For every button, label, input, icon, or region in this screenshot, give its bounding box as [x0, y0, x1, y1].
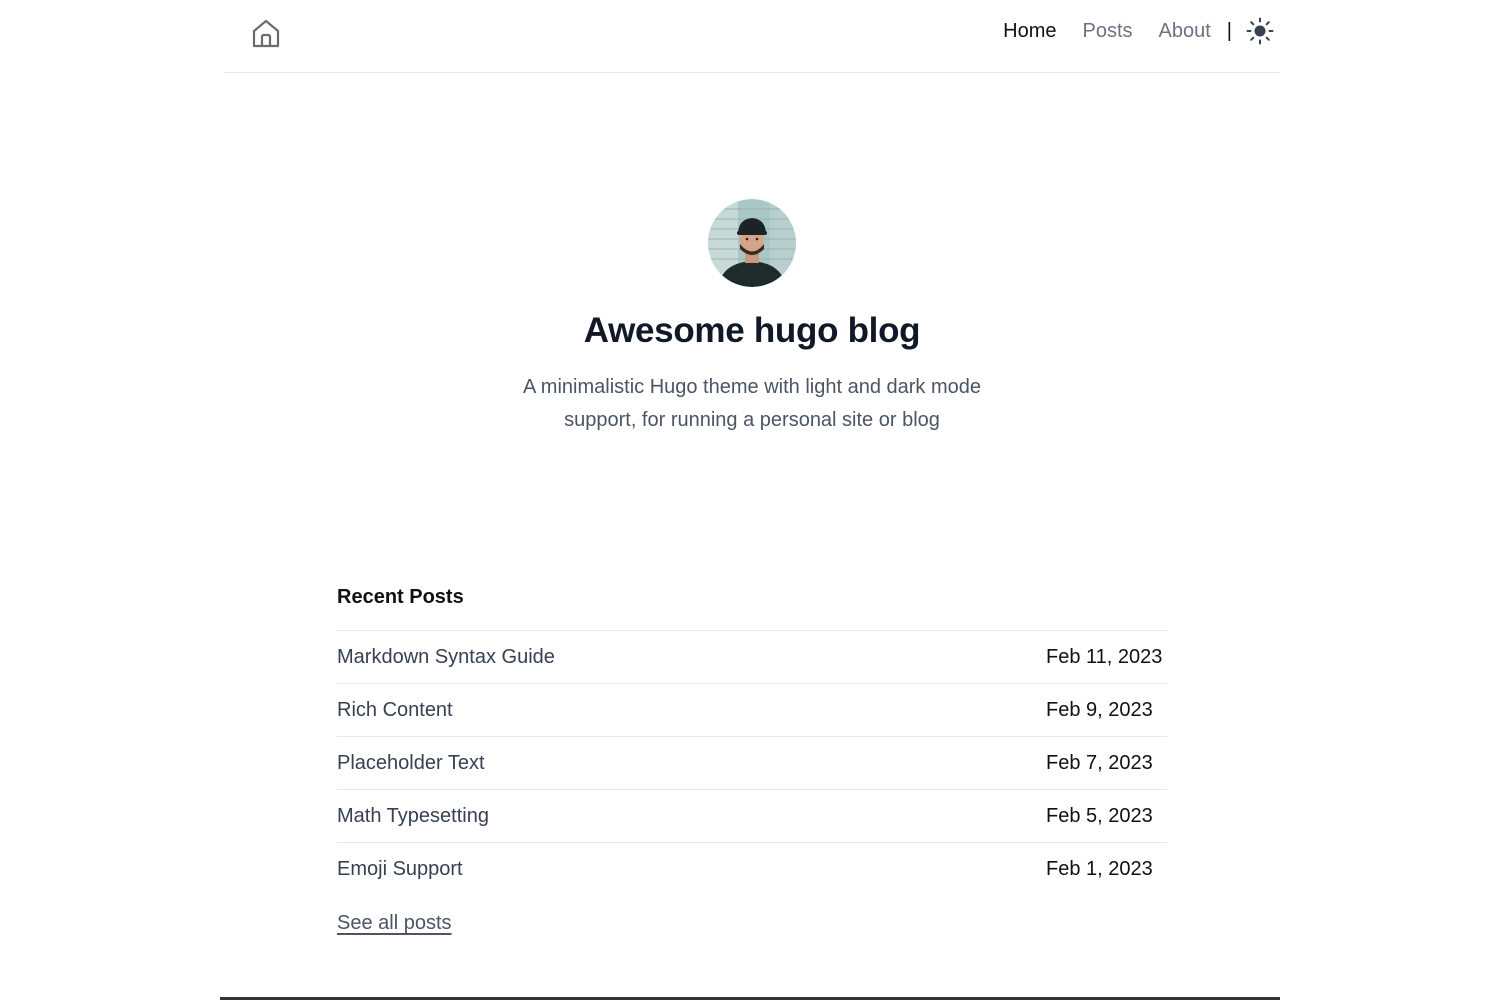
post-row[interactable]: Emoji Support Feb 1, 2023 — [337, 843, 1167, 895]
post-date: Feb 5, 2023 — [1046, 804, 1153, 827]
post-title-link[interactable]: Emoji Support — [337, 858, 463, 881]
post-date: Feb 7, 2023 — [1046, 751, 1153, 774]
theme-toggle-button[interactable] — [1246, 17, 1274, 45]
sun-icon — [1246, 17, 1274, 45]
post-date: Feb 9, 2023 — [1046, 698, 1153, 721]
post-title-link[interactable]: Rich Content — [337, 699, 453, 722]
nav-separator: | — [1226, 19, 1232, 42]
nav-about-link[interactable]: About — [1159, 20, 1211, 43]
main-nav: Home Posts About | — [1003, 14, 1274, 48]
home-icon[interactable] — [250, 18, 282, 50]
post-list: Markdown Syntax Guide Feb 11, 2023 Rich … — [337, 630, 1167, 895]
post-date: Feb 1, 2023 — [1046, 857, 1153, 880]
post-date: Feb 11, 2023 — [1046, 645, 1163, 668]
recent-posts-heading: Recent Posts — [337, 586, 464, 608]
recent-posts-section: Recent Posts Markdown Syntax Guide Feb 1… — [337, 583, 1167, 935]
post-row[interactable]: Placeholder Text Feb 7, 2023 — [337, 737, 1167, 790]
site-header: Home Posts About | — [224, 0, 1280, 73]
site-title: Awesome hugo blog — [583, 311, 921, 350]
post-title-link[interactable]: Placeholder Text — [337, 752, 485, 775]
see-all-posts-link[interactable]: See all posts — [337, 912, 452, 935]
avatar — [708, 199, 796, 287]
nav-home-link[interactable]: Home — [1003, 20, 1056, 43]
site-description: A minimalistic Hugo theme with light and… — [523, 376, 981, 431]
post-row[interactable]: Math Typesetting Feb 5, 2023 — [337, 790, 1167, 843]
post-title-link[interactable]: Math Typesetting — [337, 805, 489, 828]
hero-section: Awesome hugo blog A minimalistic Hugo th… — [0, 199, 1500, 437]
post-row[interactable]: Rich Content Feb 9, 2023 — [337, 684, 1167, 737]
post-row[interactable]: Markdown Syntax Guide Feb 11, 2023 — [337, 631, 1167, 684]
nav-posts-link[interactable]: Posts — [1083, 20, 1133, 43]
post-title-link[interactable]: Markdown Syntax Guide — [337, 646, 555, 669]
